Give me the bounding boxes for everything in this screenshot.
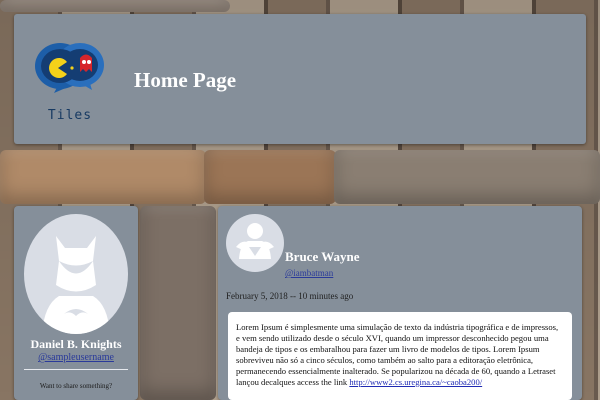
post-timestamp: February 5, 2018 -- 10 minutes ago [226,291,354,301]
page-header: Tiles Home Page [14,14,586,144]
background-stone [204,150,336,204]
profile-name: Daniel B. Knights [30,337,122,351]
pacman-ghost-chat-logo-icon[interactable]: Tiles [34,38,112,128]
post-author-handle-link[interactable]: @iambatman [285,268,333,278]
batman-silhouette-avatar-icon[interactable] [24,214,128,334]
background-stone [0,0,230,12]
background-stone [0,150,206,204]
share-prompt: Want to share something? [39,382,113,390]
post-author-name: Bruce Wayne [285,249,360,264]
superman-silhouette-avatar-icon[interactable] [226,214,284,272]
page-title: Home Page [134,68,237,92]
post-content: Lorem Ipsum é simplesmente uma simulação… [228,312,572,400]
profile-card: Daniel B. Knights @sampleusername Want t… [14,206,138,400]
background-stone [140,206,216,400]
post-external-link[interactable]: http://www2.cs.uregina.ca/~caoba200/ [349,377,482,387]
profile-username-link[interactable]: @sampleusername [14,352,138,363]
post-card: Bruce Wayne @iambatman February 5, 2018 … [218,206,582,400]
background-stone [334,150,600,204]
profile-divider [24,369,128,370]
logo-text: Tiles [47,108,93,123]
